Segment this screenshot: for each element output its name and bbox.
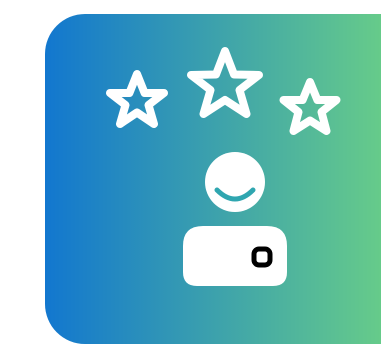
canvas	[0, 0, 381, 359]
customer-rating-icon	[45, 14, 381, 344]
customer-rating-tile	[45, 14, 381, 344]
person-head-icon	[205, 152, 265, 212]
